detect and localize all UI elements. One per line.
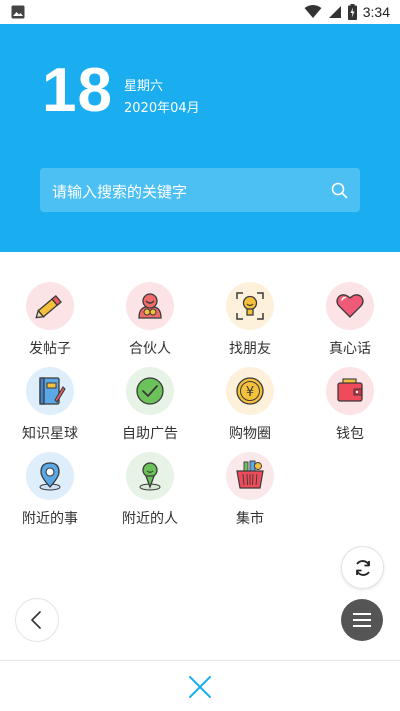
bottom-bar: [0, 660, 400, 711]
grid-item-nearby-things[interactable]: 附近的事: [0, 450, 100, 535]
refresh-icon: [356, 560, 370, 576]
grid-item-label: 发帖子: [29, 341, 71, 357]
refresh-button[interactable]: [341, 546, 384, 589]
close-icon[interactable]: [187, 674, 213, 700]
menu-button[interactable]: [341, 599, 383, 641]
year-month-label: 2020年04月: [124, 101, 200, 116]
grid-item-nearby-people[interactable]: 附近的人: [100, 450, 200, 535]
day-number: 18: [42, 56, 113, 125]
search-placeholder: 请输入搜索的关键字: [52, 183, 188, 201]
grid-item-self-ad[interactable]: 自助广告: [100, 365, 200, 450]
grid-item-label: 合伙人: [129, 341, 171, 357]
check-icon: [136, 377, 164, 405]
grid-item-label: 钱包: [336, 426, 364, 442]
back-button[interactable]: [15, 598, 59, 642]
chevron-left-icon: [31, 611, 41, 629]
grid-item-find-friend[interactable]: 找朋友: [200, 280, 300, 365]
svg-text:¥: ¥: [246, 385, 254, 400]
grid-item-truth[interactable]: 真心话: [300, 280, 400, 365]
battery-charging-icon: [347, 4, 357, 20]
signal-icon: [328, 6, 341, 18]
search-input[interactable]: 请输入搜索的关键字: [40, 168, 360, 212]
partner-icon: [138, 293, 162, 319]
grid-item-label: 附近的人: [122, 511, 178, 527]
grid-item-label: 找朋友: [229, 341, 271, 357]
status-time: 3:34: [362, 4, 390, 20]
find-friend-icon: [236, 292, 264, 320]
grid-item-label: 真心话: [329, 341, 371, 357]
grid-item-label: 知识星球: [22, 426, 78, 442]
yen-coin-icon: ¥: [236, 377, 264, 405]
grid-item-wallet[interactable]: 钱包: [300, 365, 400, 450]
basket-icon: [236, 460, 264, 489]
weekday-label: 星期六: [124, 79, 164, 94]
status-bar: 3:34: [0, 0, 400, 24]
wifi-icon: [304, 5, 322, 18]
grid-item-knowledge[interactable]: 知识星球: [0, 365, 100, 450]
grid-item-partner[interactable]: 合伙人: [100, 280, 200, 365]
image-icon: [11, 5, 25, 19]
grid-item-shopping[interactable]: ¥ 购物圈: [200, 365, 300, 450]
grid-item-label: 集市: [236, 511, 264, 527]
nearby-person-icon: [139, 462, 161, 491]
date-header: 18 星期六 2020年04月 请输入搜索的关键字: [0, 24, 400, 252]
search-icon[interactable]: [331, 182, 348, 199]
grid-item-market[interactable]: 集市: [200, 450, 300, 535]
heart-icon: [336, 294, 364, 318]
grid-item-label: 自助广告: [122, 426, 178, 442]
pencil-icon: [35, 294, 62, 319]
location-pin-icon: [39, 462, 61, 491]
grid-item-label: 附近的事: [22, 511, 78, 527]
wallet-icon: [337, 378, 363, 402]
grid-item-post[interactable]: 发帖子: [0, 280, 100, 365]
hamburger-menu-icon: [353, 613, 371, 627]
grid-item-label: 购物圈: [229, 426, 271, 442]
notebook-icon: [39, 377, 66, 405]
